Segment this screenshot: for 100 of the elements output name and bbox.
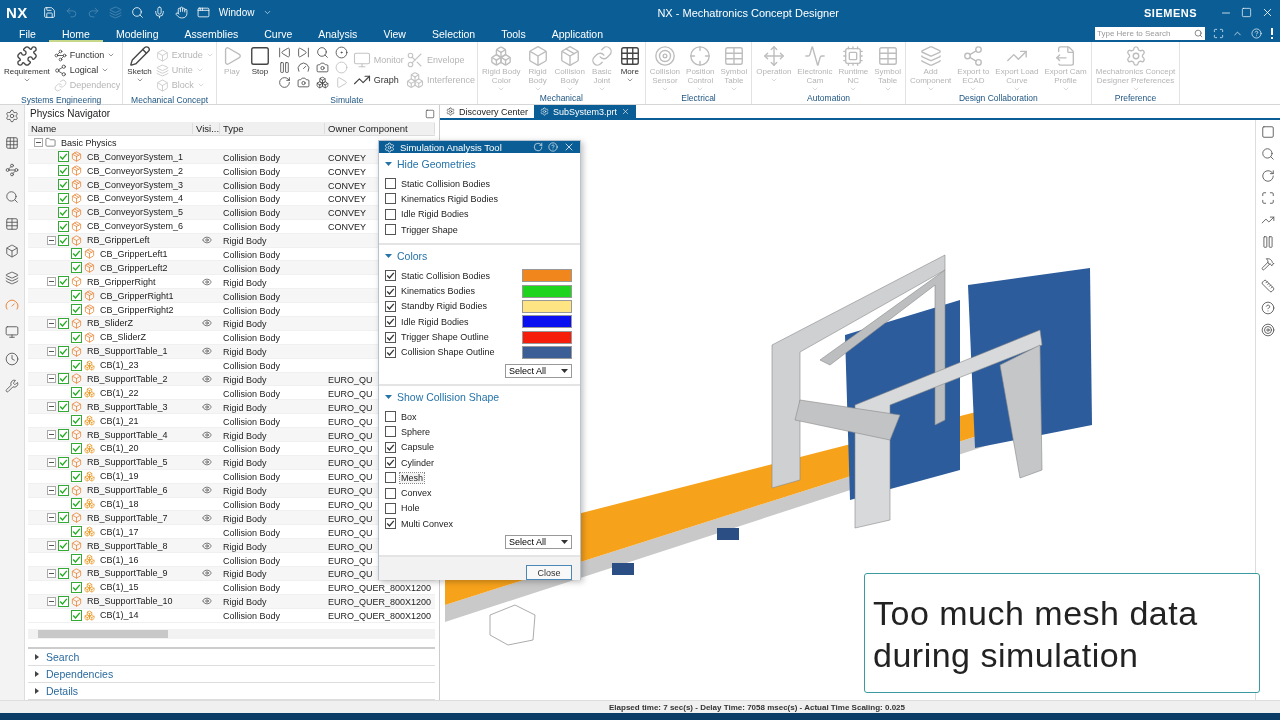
column-header[interactable]: Name xyxy=(28,123,193,135)
collapse-icon[interactable] xyxy=(47,374,56,384)
checkbox[interactable] xyxy=(385,411,396,423)
maximize-icon[interactable] xyxy=(1241,7,1252,18)
tree-item-label[interactable]: RB_SupportTable_7 xyxy=(84,512,168,523)
checkbox[interactable] xyxy=(58,567,69,579)
document-tab[interactable]: SubSystem3.prt xyxy=(534,105,637,118)
collapse-icon[interactable] xyxy=(47,430,56,440)
menu-tab[interactable]: Tools xyxy=(488,25,539,42)
checkbox-label[interactable]: Idle Rigid Bodies xyxy=(400,209,470,220)
ribbon-button[interactable]: Stop xyxy=(246,45,273,76)
collapse-icon[interactable] xyxy=(47,596,56,606)
checkbox[interactable] xyxy=(58,165,69,177)
menu-tab[interactable]: File xyxy=(6,25,49,42)
rewind-icon[interactable] xyxy=(277,46,291,59)
checkbox[interactable] xyxy=(58,179,69,190)
collapse-icon[interactable] xyxy=(47,541,56,551)
checkbox[interactable] xyxy=(385,193,396,205)
checkbox[interactable] xyxy=(385,300,396,312)
microphone-icon[interactable] xyxy=(152,6,166,19)
collapse-triangle-icon[interactable] xyxy=(385,253,392,260)
gauge-icon[interactable] xyxy=(296,61,310,74)
select-dropdown[interactable]: Select All xyxy=(505,535,572,550)
checkbox[interactable] xyxy=(385,518,396,530)
collapse-triangle-icon[interactable] xyxy=(385,161,392,167)
color-swatch[interactable] xyxy=(522,330,572,344)
tree-item-label[interactable]: RB_GripperRight xyxy=(84,276,156,287)
checkbox-label[interactable]: Capsule xyxy=(400,442,436,453)
menu-tab[interactable]: Application xyxy=(538,25,617,42)
checkbox-label[interactable]: Standby Rigid Bodies xyxy=(400,301,489,312)
menu-tab[interactable]: Modeling xyxy=(102,25,172,42)
checkbox[interactable] xyxy=(385,346,396,358)
checkbox[interactable] xyxy=(71,359,82,371)
tree-item-label[interactable]: Basic Physics xyxy=(58,137,117,148)
ribbon-button[interactable]: Sketch xyxy=(125,45,154,84)
expand-triangle-icon[interactable] xyxy=(34,654,40,660)
checkbox[interactable] xyxy=(71,526,82,538)
tree-item-label[interactable]: CB_GripperLeft1 xyxy=(97,248,168,259)
checkbox[interactable] xyxy=(385,285,396,297)
tree-item-label[interactable]: CB(1)_19 xyxy=(97,471,139,482)
select-dropdown[interactable]: Select All xyxy=(505,363,572,378)
tree-item-label[interactable]: RB_GripperLeft xyxy=(84,235,150,246)
collapse-icon[interactable] xyxy=(47,277,56,287)
step-icon[interactable] xyxy=(296,46,310,59)
windows-icon[interactable] xyxy=(196,6,210,19)
cubes-icon[interactable] xyxy=(315,76,329,89)
column-header[interactable]: Visi... xyxy=(193,123,220,135)
color-swatch[interactable] xyxy=(522,269,572,283)
rotate-icon[interactable] xyxy=(277,76,291,89)
menu-tab[interactable]: Home xyxy=(48,25,103,42)
tools-icon[interactable] xyxy=(5,379,19,393)
search-icon[interactable] xyxy=(1261,147,1275,161)
checkbox[interactable] xyxy=(58,429,69,441)
stack-icon[interactable] xyxy=(5,271,19,285)
tree-item-label[interactable]: RB_SupportTable_4 xyxy=(84,429,168,440)
search-field[interactable]: Type Here to Search xyxy=(1095,27,1205,40)
grid-icon[interactable] xyxy=(5,136,19,150)
checkbox[interactable] xyxy=(385,331,396,343)
collapse-icon[interactable] xyxy=(47,457,56,467)
checkbox[interactable] xyxy=(385,178,396,190)
clock-icon[interactable] xyxy=(5,352,19,366)
expand-triangle-icon[interactable] xyxy=(34,671,40,677)
ribbon-button[interactable]: Requirement xyxy=(2,45,52,84)
checkbox[interactable] xyxy=(58,345,69,357)
checkbox-label[interactable]: Kinematics Bodies xyxy=(400,286,477,297)
collapse-icon[interactable] xyxy=(47,568,56,578)
pause-icon[interactable] xyxy=(277,61,291,74)
record-icon[interactable] xyxy=(334,46,348,59)
tree-item-label[interactable]: CB_GripperRight1 xyxy=(97,290,174,301)
menu-tab[interactable]: Analysis xyxy=(305,25,371,42)
tree-item-label[interactable]: CB(1)_20 xyxy=(97,443,139,454)
menu-tab[interactable]: Curve xyxy=(251,25,306,42)
checkbox-label[interactable]: Cylinder xyxy=(400,457,435,468)
checkbox[interactable] xyxy=(385,472,396,484)
checkbox-label[interactable]: Hole xyxy=(400,503,421,514)
section-header[interactable]: Details xyxy=(46,685,79,697)
color-swatch[interactable] xyxy=(522,284,572,298)
checkbox[interactable] xyxy=(385,316,396,328)
checkbox[interactable] xyxy=(385,270,396,282)
menu-tab[interactable]: View xyxy=(370,25,419,42)
checkbox[interactable] xyxy=(71,248,82,260)
caret-icon[interactable] xyxy=(263,8,273,17)
tree-item-label[interactable]: CB(1)_15 xyxy=(97,582,139,593)
save-icon[interactable] xyxy=(42,6,56,19)
checkbox-label[interactable]: Static Collision Bodies xyxy=(400,178,492,189)
tree-item-label[interactable]: CB_ConveyorSystem_5 xyxy=(84,207,184,218)
tree-item-label[interactable]: CB_GripperLeft2 xyxy=(97,262,168,273)
tree-item-label[interactable]: RB_SupportTable_10 xyxy=(84,596,173,607)
color-swatch[interactable] xyxy=(522,299,572,313)
target-icon[interactable] xyxy=(1261,323,1275,337)
checkbox[interactable] xyxy=(71,290,82,302)
checkbox[interactable] xyxy=(58,595,69,607)
collapse-icon[interactable] xyxy=(47,318,56,328)
checkbox[interactable] xyxy=(385,441,396,453)
pause-icon[interactable] xyxy=(1261,235,1275,249)
checkbox[interactable] xyxy=(71,498,82,510)
checkbox[interactable] xyxy=(58,484,69,496)
tree-item-label[interactable]: CB(1)_16 xyxy=(97,554,139,565)
checkbox[interactable] xyxy=(385,224,396,236)
close-icon[interactable] xyxy=(621,107,631,116)
